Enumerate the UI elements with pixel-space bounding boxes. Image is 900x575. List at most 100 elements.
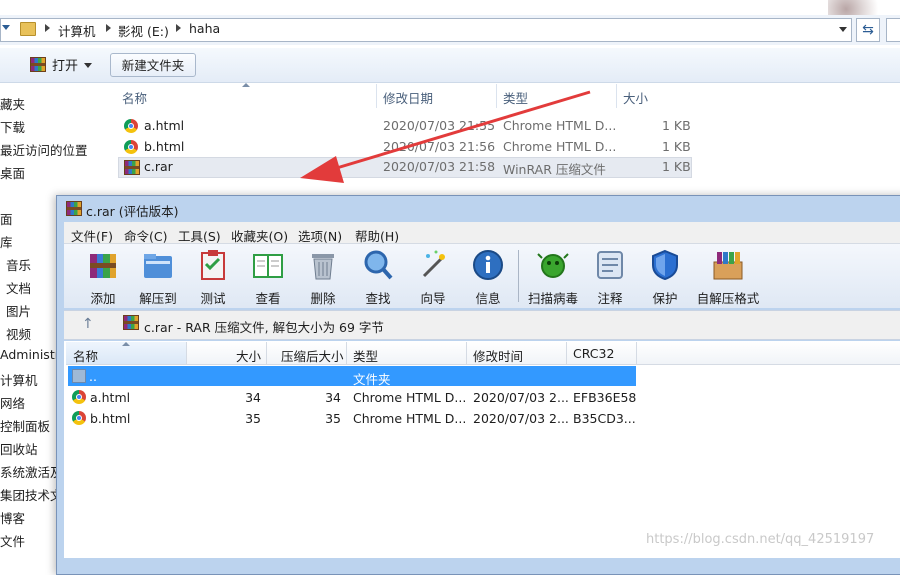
file-row-selected[interactable]: c.rar 2020/07/03 21:58 WinRAR 压缩文件 1 KB [118,157,692,178]
nav-item-tech-docs[interactable]: 集团技术文 [0,485,63,504]
column-divider[interactable] [566,342,567,364]
nav-item-administrator[interactable]: Administr [0,347,60,362]
nav-item-recent[interactable]: 最近访问的位置 [0,140,88,159]
test-button[interactable]: 测试 [188,248,238,306]
menu-help[interactable]: 帮助(H) [355,226,399,245]
nav-item-blog[interactable]: 博客 [0,508,25,527]
recent-locations-icon[interactable] [2,25,10,30]
info-icon [473,250,503,280]
file-row[interactable]: b.html 2020/07/03 21:56 Chrome HTML D...… [118,137,692,158]
breadcrumb-separator-icon[interactable] [106,24,111,32]
winrar-icon [123,315,139,330]
archive-column-type[interactable]: 类型 [353,346,378,365]
column-header-type[interactable]: 类型 [503,88,528,107]
file-name: a.html [144,118,185,133]
menu-options[interactable]: 选项(N) [298,226,342,245]
watermark: https://blog.csdn.net/qq_42519197 [646,532,875,547]
column-divider[interactable] [346,342,347,364]
file-size: 1 KB [662,139,691,154]
sfx-icon [713,252,743,280]
protect-icon [652,249,678,281]
chrome-icon [124,140,138,154]
search-input[interactable] [886,18,900,42]
archive-file-modified: 2020/07/03 2... [473,411,569,426]
view-button[interactable]: 查看 [243,248,293,306]
archive-file-crc: B35CD3... [573,411,636,426]
winrar-icon [66,201,82,216]
find-icon [364,250,393,280]
breadcrumb-separator-icon[interactable] [176,24,181,32]
nav-item-network[interactable]: 网络 [0,393,25,412]
nav-item-pictures[interactable]: 图片 [6,301,31,320]
column-divider[interactable] [496,84,497,108]
nav-item-libraries[interactable]: 库 [0,232,13,251]
sfx-button[interactable]: 自解压格式 [697,248,759,306]
archive-file-type: Chrome HTML D... [353,411,467,426]
column-divider[interactable] [376,84,377,108]
breadcrumb-folder[interactable]: haha [189,21,220,36]
chrome-icon [72,390,86,404]
winrar-icon [30,57,46,72]
nav-item-desktop-root[interactable]: 面 [0,209,13,228]
nav-item-documents[interactable]: 文档 [6,278,31,297]
nav-item-videos[interactable]: 视频 [6,324,31,343]
add-button[interactable]: 添加 [78,248,128,306]
archive-file-size: 35 [245,411,261,426]
extract-to-icon [144,254,172,278]
info-button[interactable]: 信息 [463,248,513,306]
virus-scan-button[interactable]: 扫描病毒 [528,248,578,306]
menu-tools[interactable]: 工具(S) [178,226,221,245]
archive-column-modified[interactable]: 修改时间 [473,346,523,365]
find-button[interactable]: 查找 [353,248,403,306]
column-header-size[interactable]: 大小 [623,88,648,107]
column-divider[interactable] [616,84,617,108]
nav-item-recycle-bin[interactable]: 回收站 [0,439,38,458]
archive-file-name: b.html [90,411,131,426]
archive-column-size[interactable]: 大小 [236,346,261,365]
menu-favorites[interactable]: 收藏夹(O) [231,226,288,245]
menu-file[interactable]: 文件(F) [71,226,113,245]
nav-item-desktop[interactable]: 桌面 [0,163,25,182]
add-icon [90,254,116,278]
parent-folder-icon [72,369,86,383]
test-icon [201,250,225,280]
nav-item-music[interactable]: 音乐 [6,255,31,274]
view-icon [253,254,283,278]
column-header-modified[interactable]: 修改日期 [383,88,433,107]
up-folder-icon[interactable]: ↑ [82,316,94,332]
archive-column-crc[interactable]: CRC32 [573,346,614,361]
archive-file-type: Chrome HTML D... [353,390,467,405]
nav-item-computer[interactable]: 计算机 [0,370,38,389]
wizard-button[interactable]: 向导 [408,248,458,306]
archive-column-name[interactable]: 名称 [73,346,98,365]
open-dropdown-icon[interactable] [84,63,92,68]
breadcrumb-computer[interactable]: 计算机 [58,21,96,40]
comment-icon [597,251,623,279]
extract-to-button[interactable]: 解压到 [133,248,183,306]
breadcrumb-separator-icon[interactable] [45,24,50,32]
address-dropdown-icon[interactable] [839,27,847,32]
nav-item-control-panel[interactable]: 控制面板 [0,416,50,435]
nav-item-activation[interactable]: 系统激活及 [0,462,63,481]
column-divider[interactable] [466,342,467,364]
menu-commands[interactable]: 命令(C) [124,226,167,245]
archive-path: c.rar - RAR 压缩文件, 解包大小为 69 字节 [144,320,384,335]
delete-button[interactable]: 删除 [298,248,348,306]
file-row[interactable]: a.html 2020/07/03 21:55 Chrome HTML D...… [118,116,692,137]
new-folder-button[interactable]: 新建文件夹 [110,53,196,77]
column-divider[interactable] [186,342,187,364]
column-divider[interactable] [636,342,637,364]
protect-button[interactable]: 保护 [640,248,690,306]
archive-column-packed[interactable]: 压缩后大小 [281,346,344,365]
refresh-button[interactable]: ⇆ [856,18,880,42]
breadcrumb-drive[interactable]: 影视 (E:) [118,21,169,40]
nav-item-downloads[interactable]: 下载 [0,117,25,136]
archive-parent-row[interactable] [68,366,636,386]
nav-item-files[interactable]: 文件 [0,531,25,550]
comment-button[interactable]: 注释 [585,248,635,306]
open-button[interactable]: 打开 [52,55,78,74]
column-header-name[interactable]: 名称 [122,88,147,107]
nav-item-favorites[interactable]: 藏夹 [0,94,25,113]
archive-file-crc: EFB36E58 [573,390,637,405]
column-divider[interactable] [266,342,267,364]
